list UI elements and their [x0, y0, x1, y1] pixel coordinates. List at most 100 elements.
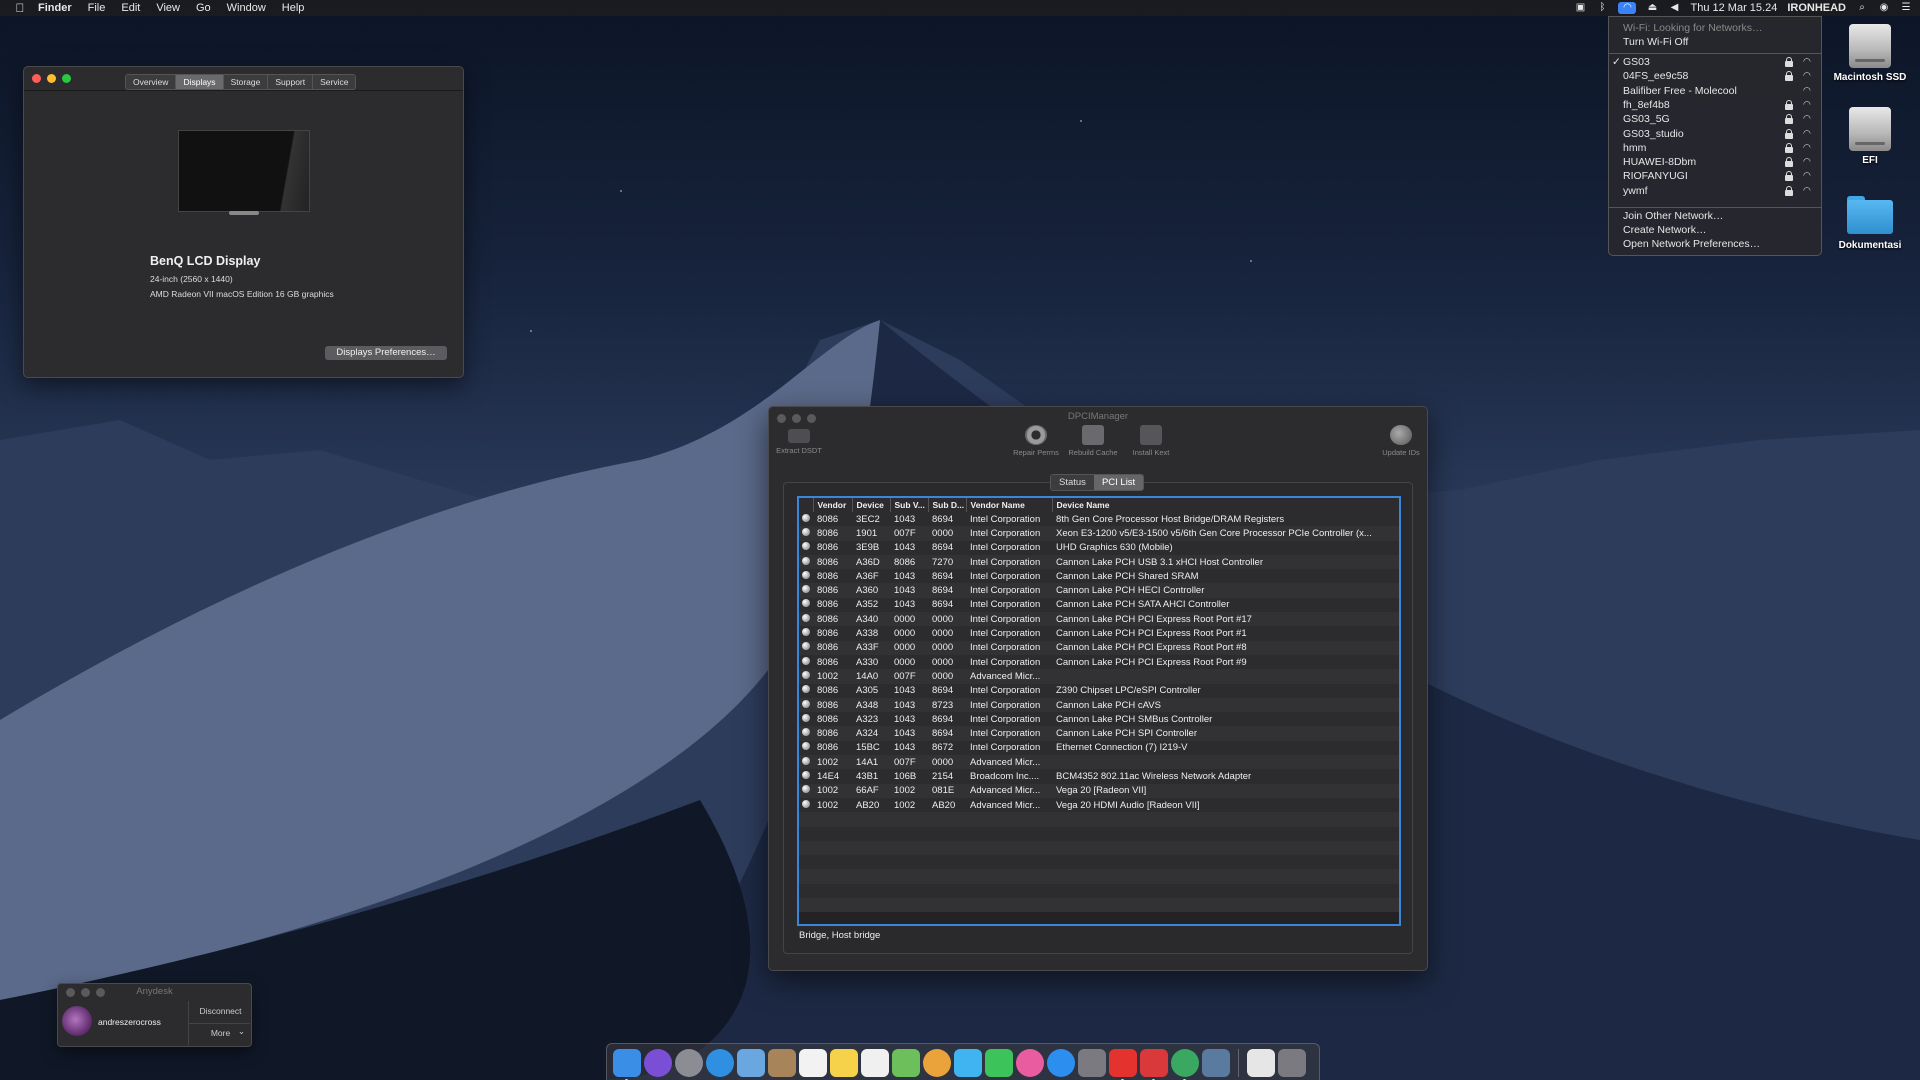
wifi-network-item[interactable]: ✓ GS03 ◠	[1609, 56, 1821, 70]
dock-launchpad-icon[interactable]	[675, 1048, 703, 1077]
menu-go[interactable]: Go	[188, 2, 219, 14]
dock-siri-icon[interactable]	[644, 1048, 672, 1077]
disconnect-button[interactable]: Disconnect	[193, 1006, 248, 1016]
rebuild-cache-button[interactable]: Rebuild Cache	[1063, 425, 1123, 457]
join-other-network[interactable]: Join Other Network…	[1623, 210, 1723, 222]
table-row[interactable]: 8086 A305 1043 8694 Intel Corporation Z390 Ch…	[799, 683, 1399, 698]
table-row[interactable]: 1002 14A1 007F 0000 Advanced Micr...	[799, 755, 1399, 770]
dock-anydesk-icon[interactable]	[1109, 1048, 1137, 1080]
apple-icon[interactable]: 	[10, 1, 30, 15]
tab-storage[interactable]: Storage	[223, 75, 269, 89]
install-kext-button[interactable]: Install Kext	[1121, 425, 1181, 457]
minimize-button[interactable]	[47, 74, 56, 83]
close-button[interactable]	[32, 74, 41, 83]
column-header-sub-vendor[interactable]: Sub V...	[890, 498, 929, 512]
table-row[interactable]: 8086 A352 1043 8694 Intel Corporation Cannon …	[799, 597, 1399, 613]
table-row[interactable]: 8086 A324 1043 8694 Intel Corporation Cannon …	[799, 726, 1399, 741]
menu-view[interactable]: View	[148, 2, 188, 14]
desktop-icon-macintosh-ssd[interactable]: Macintosh SSD	[1825, 24, 1915, 83]
wifi-network-item[interactable]: ywmf ◠	[1609, 185, 1821, 199]
dock-document-icon[interactable]	[1247, 1048, 1275, 1077]
table-row[interactable]: 8086 A348 1043 8723 Intel Corporation Cannon …	[799, 697, 1399, 713]
dock-app-store-icon[interactable]	[1047, 1048, 1075, 1077]
column-header-vendor-name[interactable]: Vendor Name	[966, 498, 1053, 512]
menu-edit[interactable]: Edit	[113, 2, 148, 14]
tab-status[interactable]: Status	[1051, 475, 1094, 490]
desktop-icon-efi[interactable]: EFI	[1825, 107, 1915, 166]
table-row[interactable]: 8086 A33F 0000 0000 Intel Corporation Cannon …	[799, 640, 1399, 655]
table-row[interactable]: 8086 3E9B 1043 8694 Intel Corporation UHD Gra…	[799, 540, 1399, 555]
table-row[interactable]: 1002 AB20 1002 AB20 Advanced Micr... Vega 20 …	[799, 797, 1399, 813]
dock-photos-icon[interactable]	[923, 1048, 951, 1077]
table-row[interactable]: 1002 14A0 007F 0000 Advanced Micr...	[799, 669, 1399, 684]
dock-itunes-icon[interactable]	[1016, 1048, 1044, 1077]
eject-icon[interactable]: ⏏	[1646, 2, 1658, 14]
siri-icon[interactable]: ◉	[1878, 2, 1890, 14]
dock-system-preferences-icon[interactable]	[1078, 1048, 1106, 1077]
table-row[interactable]: 8086 A360 1043 8694 Intel Corporation Cannon …	[799, 583, 1399, 598]
bluetooth-icon[interactable]: ᛒ	[1596, 2, 1608, 14]
pci-table-container[interactable]: Vendor Device Sub V... Sub D... Vendor N…	[797, 496, 1401, 926]
dock-facetime-icon[interactable]	[985, 1048, 1013, 1077]
table-row[interactable]: 8086 A323 1043 8694 Intel Corporation Cannon …	[799, 712, 1399, 727]
zoom-button[interactable]	[62, 74, 71, 83]
table-row[interactable]: 8086 A330 0000 0000 Intel Corporation Cannon …	[799, 654, 1399, 670]
screen-icon[interactable]: ▣	[1574, 2, 1586, 14]
dock-safari-icon[interactable]	[706, 1048, 734, 1077]
table-row[interactable]: 8086 A338 0000 0000 Intel Corporation Cannon …	[799, 626, 1399, 641]
user-name[interactable]: IRONHEAD	[1787, 2, 1846, 14]
column-header-sub-device[interactable]: Sub D...	[928, 498, 967, 512]
dock-mail-icon[interactable]	[737, 1048, 765, 1077]
menu-window[interactable]: Window	[219, 2, 274, 14]
dock-maps-icon[interactable]	[892, 1048, 920, 1077]
wifi-network-item[interactable]: fh_8ef4b8 ◠	[1609, 99, 1821, 113]
displays-preferences-button[interactable]: Displays Preferences…	[325, 346, 447, 360]
dock-reminders-icon[interactable]	[861, 1048, 889, 1077]
menu-file[interactable]: File	[80, 2, 114, 14]
tab-support[interactable]: Support	[268, 75, 314, 89]
turn-wifi-off[interactable]: Turn Wi-Fi Off	[1623, 36, 1688, 48]
more-button[interactable]: More ⌄	[193, 1026, 248, 1038]
tab-pci-list[interactable]: PCI List	[1093, 475, 1144, 490]
dock-finder-icon[interactable]	[613, 1048, 641, 1080]
dock-notes-icon[interactable]	[830, 1048, 858, 1077]
wifi-network-item[interactable]: Balifiber Free - Molecool ◠	[1609, 85, 1821, 99]
create-network[interactable]: Create Network…	[1623, 224, 1706, 236]
dock-anydesk-alt-icon[interactable]	[1140, 1048, 1168, 1080]
table-row[interactable]: 14E4 43B1 106B 2154 Broadcom Inc.... BCM4352 …	[799, 769, 1399, 784]
list-icon[interactable]: ☰	[1900, 2, 1912, 14]
wifi-network-item[interactable]: RIOFANYUGI ◠	[1609, 170, 1821, 184]
tab-service[interactable]: Service	[313, 75, 356, 89]
dock-messages-icon[interactable]	[954, 1048, 982, 1077]
tab-overview[interactable]: Overview	[126, 75, 177, 89]
table-row[interactable]: 8086 1901 007F 0000 Intel Corporation Xeon E3…	[799, 526, 1399, 541]
table-row[interactable]: 8086 A340 0000 0000 Intel Corporation Cannon …	[799, 612, 1399, 627]
repair-perms-button[interactable]: Repair Perms	[1006, 425, 1066, 457]
dock-trash-icon[interactable]	[1278, 1048, 1306, 1077]
dock-network-utility-icon[interactable]	[1202, 1048, 1230, 1077]
wifi-network-item[interactable]: 04FS_ee9c58 ◠	[1609, 70, 1821, 84]
dock-notes-brown-icon[interactable]	[768, 1048, 796, 1077]
dock-calendar-icon[interactable]	[799, 1048, 827, 1077]
desktop-icon-dokumentasi[interactable]: Dokumentasi	[1825, 190, 1915, 251]
menu-finder[interactable]: Finder	[30, 2, 80, 14]
update-ids-button[interactable]: Update IDs	[1371, 425, 1431, 457]
table-row[interactable]: 8086 15BC 1043 8672 Intel Corporation Etherne…	[799, 740, 1399, 756]
dock-dpcimanager-icon[interactable]	[1171, 1048, 1199, 1080]
menu-help[interactable]: Help	[274, 2, 313, 14]
column-header-device-name[interactable]: Device Name	[1052, 498, 1399, 512]
wifi-network-item[interactable]: GS03_studio ◠	[1609, 128, 1821, 142]
table-row[interactable]: 8086 3EC2 1043 8694 Intel Corporation 8th Gen…	[799, 512, 1399, 527]
table-row[interactable]: 8086 A36D 8086 7270 Intel Corporation Cannon …	[799, 554, 1399, 570]
wifi-network-item[interactable]: HUAWEI-8Dbm ◠	[1609, 156, 1821, 170]
wifi-network-item[interactable]: GS03_5G ◠	[1609, 113, 1821, 127]
clock[interactable]: Thu 12 Mar 15.24	[1690, 2, 1777, 14]
extract-dsdt-button[interactable]: Extract DSDT	[769, 425, 829, 455]
wifi-network-item[interactable]: hmm ◠	[1609, 142, 1821, 156]
column-header-vendor[interactable]: Vendor	[813, 498, 853, 512]
open-network-preferences[interactable]: Open Network Preferences…	[1623, 238, 1760, 250]
column-header-device[interactable]: Device	[852, 498, 891, 512]
volume-icon[interactable]: ◀	[1668, 2, 1680, 14]
table-row[interactable]: 8086 A36F 1043 8694 Intel Corporation Cannon …	[799, 569, 1399, 584]
tab-displays[interactable]: Displays	[176, 75, 224, 89]
